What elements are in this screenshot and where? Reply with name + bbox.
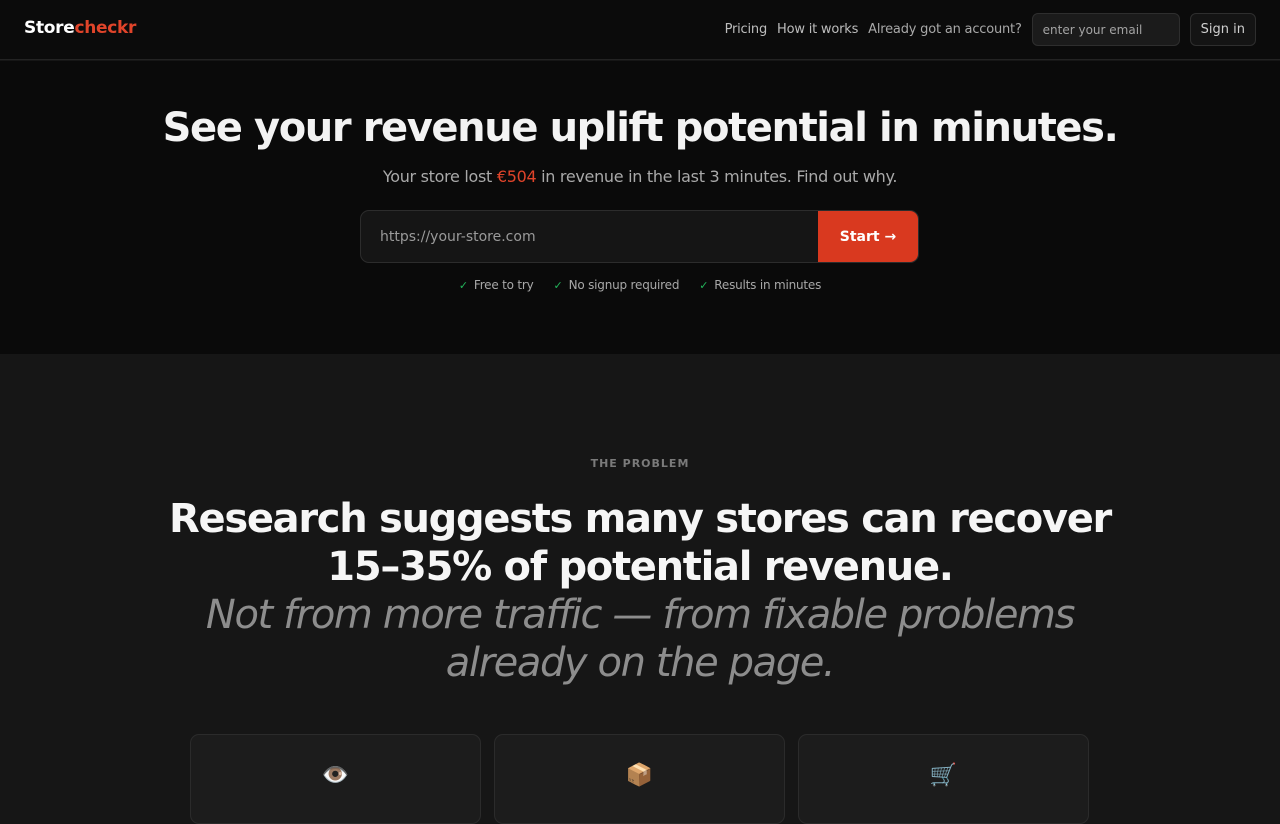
check-label: No signup required xyxy=(568,278,680,292)
store-url-form: Start → xyxy=(360,210,919,263)
nav-link-pricing[interactable]: Pricing xyxy=(725,22,768,37)
email-field[interactable] xyxy=(1031,13,1180,46)
checkmark-icon: ✓ xyxy=(699,278,709,292)
problem-cards: 👁️ 📦 🛒 xyxy=(190,734,1089,824)
problem-headline: Research suggests many stores can recove… xyxy=(160,495,1120,591)
shopping-cart-icon: 🛒 xyxy=(929,763,958,788)
check-label: Results in minutes xyxy=(714,278,822,292)
hero-section: See your revenue uplift potential in min… xyxy=(0,61,1280,354)
feature-checks: ✓ Free to try ✓ No signup required ✓ Res… xyxy=(0,278,1280,292)
store-url-input[interactable] xyxy=(361,211,818,262)
problem-card-visibility: 👁️ xyxy=(190,734,481,824)
headline-line-1: Research suggests many stores can recove… xyxy=(169,496,1112,542)
check-no-signup: ✓ No signup required xyxy=(554,278,680,292)
subheadline-line-2: already on the page. xyxy=(445,640,836,686)
subheadline-line-1: Not from more traffic — from fixable pro… xyxy=(205,592,1076,638)
top-nav-bar: Storecheckr Pricing How it works Already… xyxy=(0,0,1280,60)
logo-part-store: Store xyxy=(24,18,75,38)
section-eyebrow: THE PROBLEM xyxy=(590,457,690,470)
start-button[interactable]: Start → xyxy=(818,211,918,262)
logo-part-checkr: checkr xyxy=(74,18,137,38)
checkmark-icon: ✓ xyxy=(553,278,563,292)
problem-card-checkout: 🛒 xyxy=(798,734,1089,824)
eye-icon: 👁️ xyxy=(321,763,350,788)
hero-subtitle-start: Your store lost xyxy=(382,167,497,186)
checkmark-icon: ✓ xyxy=(458,278,468,292)
check-free-to-try: ✓ Free to try xyxy=(459,278,534,292)
check-results-in-minutes: ✓ Results in minutes xyxy=(699,278,821,292)
hero-title: See your revenue uplift potential in min… xyxy=(162,105,1119,151)
headline-line-2: 15–35% of potential revenue. xyxy=(327,544,954,590)
nav-link-how-it-works[interactable]: How it works xyxy=(777,22,858,37)
sign-in-button[interactable]: Sign in xyxy=(1189,13,1256,46)
check-label: Free to try xyxy=(473,278,534,292)
account-prompt: Already got an account? xyxy=(868,22,1022,37)
header-nav: Pricing How it works Already got an acco… xyxy=(725,13,1256,46)
problem-card-product: 📦 xyxy=(494,734,785,824)
problem-subheadline: Not from more traffic — from fixable pro… xyxy=(160,591,1120,687)
lost-revenue-amount: €504 xyxy=(496,167,537,186)
hero-subtitle-end: in revenue in the last 3 minutes. Find o… xyxy=(536,167,898,186)
brand-logo[interactable]: Storecheckr xyxy=(24,18,136,38)
package-icon: 📦 xyxy=(625,763,654,788)
hero-subtitle: Your store lost €504 in revenue in the l… xyxy=(0,167,1280,186)
problem-section: THE PROBLEM Research suggests many store… xyxy=(0,354,1280,824)
